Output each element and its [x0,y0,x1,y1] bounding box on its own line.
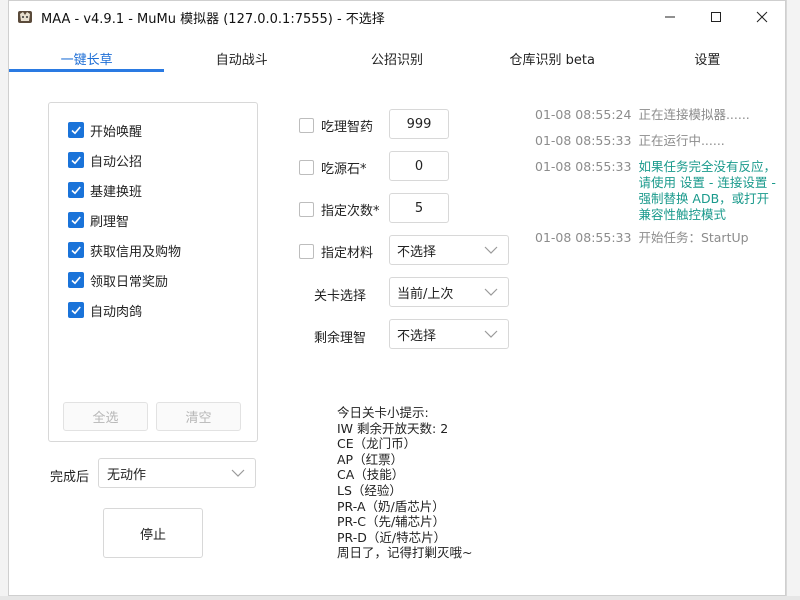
tab-one-click[interactable]: 一键长草 [9,41,165,72]
log-message: 正在连接模拟器...... [638,107,750,122]
checkbox-checked-icon[interactable] [68,122,84,138]
remaining-sanity-label: 剩余理智 [314,331,367,346]
log-entry: 01-08 08:55:33 开始任务：StartUp [535,230,749,246]
maximize-icon [711,12,721,22]
maa-window: MAA - v4.9.1 - MuMu 模拟器 (127.0.0.1:7555)… [8,0,786,596]
log-time: 01-08 08:55:33 [535,133,632,148]
stage-select-label: 关卡选择 [314,289,367,304]
checkbox-checked-icon[interactable] [68,182,84,198]
close-icon [756,11,768,23]
maa-app-icon [17,9,33,25]
task-label: 开始唤醒 [90,124,143,140]
chevron-down-icon [231,469,245,477]
checkbox-checked-icon[interactable] [68,152,84,168]
select-all-button[interactable]: 全选 [63,402,148,431]
checkbox-unchecked-icon[interactable] [299,244,314,259]
main-tabs: 一键长草 自动战斗 公招识别 仓库识别 beta 设置 [9,41,785,72]
desktop-background-bottom [0,596,800,600]
maximize-button[interactable] [693,1,739,33]
log-time: 01-08 08:55:33 [535,230,632,245]
checkbox-unchecked-icon[interactable] [299,160,314,175]
desktop-background-left [0,0,8,600]
task-item-recruit[interactable]: 自动公招 [68,150,142,170]
option-stone-label: 吃源石* [321,162,367,177]
option-times[interactable]: 指定次数* [299,200,380,219]
task-label: 领取日常奖励 [90,274,169,290]
task-item-fight[interactable]: 刷理智 [68,210,129,230]
chevron-down-icon [484,246,498,254]
task-item-mall[interactable]: 获取信用及购物 [68,240,181,260]
log-entry: 01-08 08:55:24 正在连接模拟器...... [535,107,750,123]
checkbox-checked-icon[interactable] [68,212,84,228]
task-label: 自动肉鸽 [90,304,143,320]
finish-action-select[interactable]: 无动作 [98,458,256,488]
task-item-roguelike[interactable]: 自动肉鸽 [68,300,142,320]
option-times-label: 指定次数* [321,204,380,219]
option-medicine[interactable]: 吃理智药 [299,116,373,135]
option-stone[interactable]: 吃源石* [299,158,367,177]
times-count-input[interactable]: 5 [389,193,449,223]
chevron-down-icon [484,288,498,296]
title-bar[interactable]: MAA - v4.9.1 - MuMu 模拟器 (127.0.0.1:7555)… [9,1,785,33]
task-item-infrast[interactable]: 基建换班 [68,180,142,200]
clear-button[interactable]: 清空 [156,402,241,431]
stage-select-value: 当前/上次 [397,286,454,302]
task-label: 自动公招 [90,154,143,170]
tab-depot[interactable]: 仓库识别 beta [475,41,630,72]
finish-action-label: 完成后 [50,470,90,485]
tab-settings[interactable]: 设置 [630,41,785,72]
medicine-count-input[interactable]: 999 [389,109,449,139]
material-select-value: 不选择 [397,244,437,260]
close-button[interactable] [739,1,785,33]
log-time: 01-08 08:55:33 [535,159,632,174]
tab-auto-battle[interactable]: 自动战斗 [164,41,319,72]
task-label: 获取信用及购物 [90,244,182,260]
option-material[interactable]: 指定材料 [299,242,373,261]
checkbox-unchecked-icon[interactable] [299,202,314,217]
log-message: 开始任务：StartUp [638,230,749,245]
checkbox-checked-icon[interactable] [68,302,84,318]
log-time: 01-08 08:55:24 [535,107,632,122]
stop-button[interactable]: 停止 [103,508,203,558]
stage-select[interactable]: 当前/上次 [389,277,509,307]
tab-recruit[interactable]: 公招识别 [319,41,474,72]
task-list-panel: 开始唤醒 自动公招 基建换班 刷理智 获取信用及购物 领取日常奖励 自动肉鸽 全… [48,102,258,442]
log-entry: 01-08 08:55:33 如果任务完全没有反应，请使用 设置 - 连接设置 … [535,159,778,223]
stage-tips-text: 今日关卡小提示: IW 剩余开放天数: 2 CE（龙门币） AP（红票） CA（… [337,405,473,561]
finish-action-value: 无动作 [107,467,147,483]
task-label: 基建换班 [90,184,143,200]
material-select[interactable]: 不选择 [389,235,509,265]
log-message-warning: 如果任务完全没有反应，请使用 设置 - 连接设置 - 强制替换 ADB，或打开兼… [638,159,776,222]
minimize-button[interactable] [647,1,693,33]
log-message: 正在运行中...... [638,133,725,148]
task-item-wakeup[interactable]: 开始唤醒 [68,120,142,140]
option-medicine-label: 吃理智药 [321,120,374,135]
stone-count-input[interactable]: 0 [389,151,449,181]
desktop-background-right [786,0,800,600]
chevron-down-icon [484,330,498,338]
log-entry: 01-08 08:55:33 正在运行中...... [535,133,725,149]
checkbox-unchecked-icon[interactable] [299,118,314,133]
task-label: 刷理智 [90,214,130,230]
remaining-sanity-value: 不选择 [397,328,437,344]
checkbox-checked-icon[interactable] [68,272,84,288]
remaining-sanity-select[interactable]: 不选择 [389,319,509,349]
option-material-label: 指定材料 [321,246,374,261]
window-title: MAA - v4.9.1 - MuMu 模拟器 (127.0.0.1:7555)… [41,11,385,27]
task-item-award[interactable]: 领取日常奖励 [68,270,168,290]
checkbox-checked-icon[interactable] [68,242,84,258]
minimize-icon [665,16,675,18]
